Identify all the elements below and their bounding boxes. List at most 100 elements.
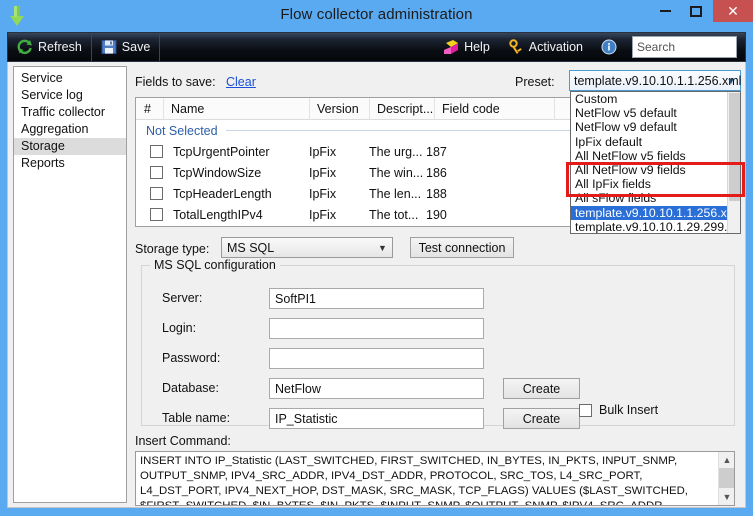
row-version: IpFix	[309, 144, 337, 159]
login-field[interactable]	[269, 318, 484, 339]
info-icon	[601, 39, 617, 55]
login-label: Login:	[162, 321, 197, 335]
row-description: The len...	[369, 186, 422, 201]
sidebar: Service Service log Traffic collector Ag…	[13, 66, 127, 503]
toolbar-right-group: Help Activation Search	[434, 33, 745, 61]
row-field-code: 186	[426, 165, 447, 180]
row-description: The urg...	[369, 144, 423, 159]
row-description: The win...	[369, 165, 424, 180]
save-button[interactable]: Save	[92, 33, 160, 61]
activation-button[interactable]: Activation	[499, 33, 592, 61]
row-name: TcpUrgentPointer	[173, 144, 270, 159]
application-window: Flow collector administration ✕ Refresh …	[0, 0, 753, 516]
table-name-field[interactable]: IP_Statistic	[269, 408, 484, 429]
sidebar-item-service[interactable]: Service	[14, 70, 126, 87]
clear-link[interactable]: Clear	[226, 75, 256, 89]
create-database-button[interactable]: Create	[503, 378, 580, 399]
toolbar: Refresh Save Help Activation Search	[7, 32, 746, 62]
row-name: TotalLengthIPv4	[173, 207, 263, 222]
row-version: IpFix	[309, 165, 337, 180]
bulk-insert-checkbox[interactable]	[579, 403, 592, 417]
fields-to-save-label: Fields to save:	[135, 75, 216, 89]
close-button[interactable]: ✕	[713, 0, 753, 22]
storage-type-combobox[interactable]: MS SQL ▼	[221, 237, 393, 258]
sidebar-item-aggregation[interactable]: Aggregation	[14, 121, 126, 138]
key-icon	[509, 39, 522, 54]
database-field[interactable]: NetFlow	[269, 378, 484, 399]
preset-option-ipfix-default[interactable]: IpFix default	[571, 135, 740, 149]
preset-option-all-netflow-v9-fields[interactable]: All NetFlow v9 fields	[571, 163, 740, 177]
preset-option-all-ipfix-fields[interactable]: All IpFix fields	[571, 177, 740, 191]
main-panel: Fields to save: Clear Preset: template.v…	[129, 62, 745, 506]
grid-group-label: Not Selected	[146, 123, 218, 138]
preset-dropdown-scrollbar[interactable]	[727, 92, 740, 233]
column-header-version[interactable]: Version	[310, 98, 370, 120]
scroll-down-icon[interactable]: ▼	[719, 489, 734, 505]
row-name: TcpWindowSize	[173, 165, 262, 180]
maximize-button[interactable]	[681, 0, 711, 22]
insert-command-text: INSERT INTO IP_Statistic (LAST_SWITCHED,…	[140, 455, 688, 506]
help-label: Help	[464, 40, 490, 54]
page-title: Flow collector administration	[280, 6, 473, 23]
server-field[interactable]: SoftPI1	[269, 288, 484, 309]
row-checkbox[interactable]	[150, 187, 163, 200]
preset-label: Preset:	[515, 75, 555, 89]
insert-command-textarea[interactable]: INSERT INTO IP_Statistic (LAST_SWITCHED,…	[135, 451, 735, 506]
save-label: Save	[121, 40, 151, 54]
row-field-code: 190	[426, 207, 447, 222]
sidebar-item-storage[interactable]: Storage	[14, 138, 126, 155]
row-field-code: 188	[426, 186, 447, 201]
preset-option-netflow-v9-default[interactable]: NetFlow v9 default	[571, 120, 740, 134]
preset-option-all-netflow-v5-fields[interactable]: All NetFlow v5 fields	[571, 149, 740, 163]
password-label: Password:	[162, 351, 221, 365]
bulk-insert-label: Bulk Insert	[599, 403, 659, 417]
sidebar-item-reports[interactable]: Reports	[14, 155, 126, 172]
mssql-configuration-group: MS SQL configuration Server: SoftPI1 Log…	[141, 258, 735, 429]
chevron-down-icon[interactable]: ▼	[374, 239, 391, 256]
refresh-icon	[17, 39, 32, 55]
help-book-icon	[444, 40, 459, 54]
content-area: Service Service log Traffic collector Ag…	[7, 62, 746, 508]
preset-selected-value: template.v9.10.10.1.1.256.xml	[574, 73, 742, 88]
refresh-button[interactable]: Refresh	[8, 33, 91, 61]
password-field[interactable]	[269, 348, 484, 369]
storage-type-value: MS SQL	[227, 240, 275, 255]
storage-type-label: Storage type:	[135, 242, 210, 256]
preset-option-netflow-v5-default[interactable]: NetFlow v5 default	[571, 106, 740, 120]
column-header-index[interactable]: #	[136, 98, 164, 120]
search-input[interactable]: Search	[632, 36, 737, 58]
sidebar-item-traffic-collector[interactable]: Traffic collector	[14, 104, 126, 121]
row-checkbox[interactable]	[150, 166, 163, 179]
row-checkbox[interactable]	[150, 208, 163, 221]
column-header-description[interactable]: Descript...	[370, 98, 435, 120]
preset-option-all-sflow-fields[interactable]: All sFlow fields	[571, 191, 740, 205]
sidebar-item-service-log[interactable]: Service log	[14, 87, 126, 104]
refresh-label: Refresh	[38, 40, 82, 54]
test-connection-button[interactable]: Test connection	[410, 237, 514, 258]
activation-label: Activation	[528, 40, 583, 54]
column-header-name[interactable]: Name	[164, 98, 310, 120]
preset-option-custom[interactable]: Custom	[571, 92, 740, 106]
preset-option-template-256[interactable]: template.v9.10.10.1.1.256.xml	[571, 205, 740, 220]
help-button[interactable]: Help	[434, 33, 499, 61]
title-bar: Flow collector administration ✕	[0, 0, 753, 32]
row-checkbox[interactable]	[150, 145, 163, 158]
info-button[interactable]	[592, 33, 626, 61]
row-version: IpFix	[309, 207, 337, 222]
preset-dropdown-list[interactable]: Custom NetFlow v5 default NetFlow v9 def…	[570, 91, 741, 234]
scrollbar-thumb[interactable]	[719, 468, 734, 488]
row-field-code: 187	[426, 144, 447, 159]
create-table-button[interactable]: Create	[503, 408, 580, 429]
scrollbar-thumb[interactable]	[729, 93, 740, 201]
insert-command-scrollbar[interactable]: ▲ ▼	[718, 452, 734, 505]
row-description: The tot...	[369, 207, 419, 222]
bulk-insert-row: Bulk Insert	[579, 403, 658, 417]
chevron-down-icon[interactable]: ▼	[722, 71, 740, 90]
minimize-button[interactable]	[650, 0, 680, 22]
scroll-up-icon[interactable]: ▲	[719, 452, 734, 468]
row-name: TcpHeaderLength	[173, 186, 272, 201]
preset-combobox[interactable]: template.v9.10.10.1.1.256.xml ▼	[569, 70, 741, 91]
server-label: Server:	[162, 291, 203, 305]
column-header-field-code[interactable]: Field code	[435, 98, 555, 120]
preset-option-template-299[interactable]: template.v9.10.10.1.29.299.xml	[571, 220, 740, 233]
